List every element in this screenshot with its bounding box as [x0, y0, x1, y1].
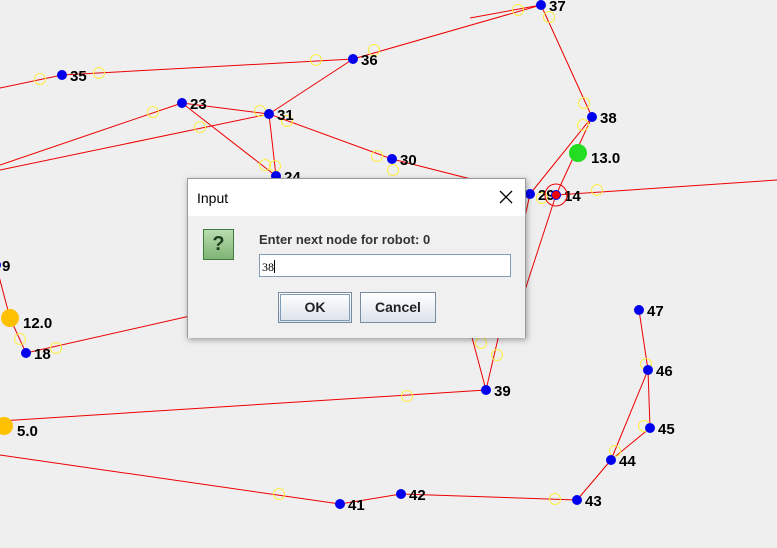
graph-node-42: [396, 489, 406, 499]
graph-node-41: [335, 499, 345, 509]
robot-marker: [0, 417, 13, 435]
waypoint-marker: [491, 349, 503, 361]
graph-edge: [0, 389, 487, 422]
current-node-dot: [552, 191, 560, 199]
robot-marker: [1, 309, 19, 327]
node-label-38: 38: [600, 110, 617, 127]
graph-node-39: [481, 385, 491, 395]
graph-edge: [524, 194, 557, 291]
graph-node-37: [536, 0, 546, 10]
graph-edge: [0, 454, 341, 505]
graph-node-30: [387, 154, 397, 164]
node-label-44: 44: [619, 453, 636, 470]
graph-node-36: [348, 54, 358, 64]
robot-label: 12.0: [23, 315, 52, 332]
graph-edge: [61, 58, 354, 76]
node-label-41: 41: [348, 497, 365, 514]
node-label-35: 35: [70, 68, 87, 85]
graph-node-29: [525, 189, 535, 199]
graph-edge: [610, 369, 649, 461]
graph-edge: [352, 4, 542, 60]
graph-edge: [0, 102, 183, 166]
dialog-titlebar[interactable]: Input: [188, 179, 525, 216]
text-caret: [274, 260, 275, 273]
node-input-value: 38: [262, 260, 274, 274]
waypoint-marker: [371, 150, 383, 162]
waypoint-marker: [310, 54, 322, 66]
graph-edge: [0, 113, 270, 171]
node-label-45: 45: [658, 421, 675, 438]
node-label-30: 30: [400, 152, 417, 169]
dialog-title: Input: [197, 190, 229, 206]
node-input-field[interactable]: 38: [259, 254, 511, 277]
robot-label: 5.0: [17, 423, 38, 440]
graph-node-35: [57, 70, 67, 80]
graph-node-43: [572, 495, 582, 505]
robot-label: 13.0: [591, 150, 620, 167]
node-label-18: 18: [34, 346, 51, 363]
graph-node-18: [21, 348, 31, 358]
graph-node-38: [587, 112, 597, 122]
waypoint-marker: [401, 390, 413, 402]
waypoint-marker: [254, 105, 266, 117]
waypoint-marker: [591, 184, 603, 196]
input-dialog: Input ? Enter next node for robot: 0 38 …: [187, 178, 526, 338]
waypoint-marker: [194, 121, 206, 133]
graph-node-44: [606, 455, 616, 465]
node-label-9: 9: [2, 258, 10, 275]
graph-edge: [647, 369, 651, 429]
graph-edge: [181, 102, 277, 177]
dialog-body: ? Enter next node for robot: 0 38 OK Can…: [188, 216, 525, 338]
graph-edge: [540, 4, 593, 118]
graph-edge: [555, 179, 777, 196]
graph-node-31: [264, 109, 274, 119]
question-icon: ?: [203, 229, 234, 260]
waypoint-marker: [475, 337, 487, 349]
graph-edge: [0, 74, 63, 89]
node-label-23: 23: [190, 96, 207, 113]
node-label-37: 37: [549, 0, 566, 15]
waypoint-marker: [50, 342, 62, 354]
graph-edge: [400, 493, 578, 501]
dialog-prompt: Enter next node for robot: 0: [259, 232, 431, 247]
node-label-39: 39: [494, 383, 511, 400]
node-label-46: 46: [656, 363, 673, 380]
graph-edge: [469, 4, 542, 19]
graph-node-9: [0, 262, 1, 268]
graph-edge: [268, 58, 354, 115]
node-label-31: 31: [277, 107, 294, 124]
close-icon[interactable]: [497, 188, 515, 206]
graph-node-23: [177, 98, 187, 108]
ok-button[interactable]: OK: [278, 292, 352, 323]
graph-node-46: [643, 365, 653, 375]
node-label-42: 42: [409, 487, 426, 504]
waypoint-marker: [387, 164, 399, 176]
robot-marker: [569, 144, 587, 162]
graph-node-45: [645, 423, 655, 433]
node-label-36: 36: [361, 52, 378, 69]
node-label-47: 47: [647, 303, 664, 320]
waypoint-marker: [273, 488, 285, 500]
node-label-43: 43: [585, 493, 602, 510]
graph-node-47: [634, 305, 644, 315]
cancel-button[interactable]: Cancel: [360, 292, 436, 323]
